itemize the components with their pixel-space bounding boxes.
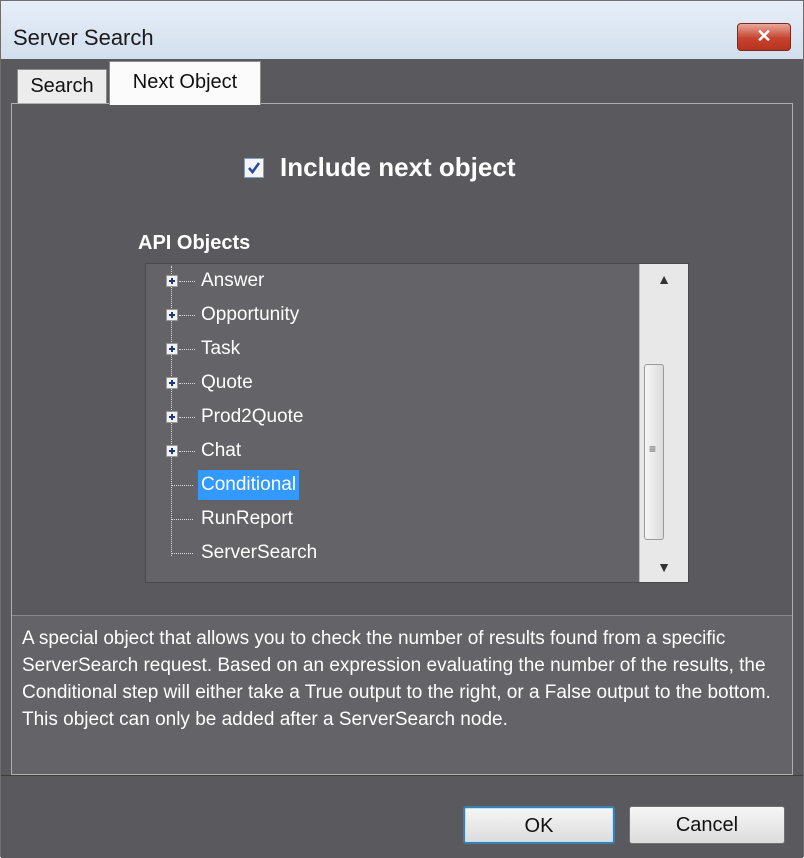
tree-item-label: Chat: [201, 440, 242, 461]
tree-item-label: Opportunity: [201, 304, 300, 325]
scroll-up-arrow-icon[interactable]: ▲: [640, 264, 688, 294]
expand-icon[interactable]: [166, 411, 178, 423]
tree-item-label: Task: [201, 338, 241, 359]
expand-icon[interactable]: [166, 343, 178, 355]
include-next-object-label: Include next object: [280, 152, 516, 182]
tree-item-label: Answer: [201, 270, 265, 291]
checkmark-icon: [248, 161, 261, 174]
cancel-button[interactable]: Cancel: [629, 806, 785, 844]
tree-item-label: ServerSearch: [201, 542, 318, 563]
include-next-object-checkbox[interactable]: [244, 157, 264, 178]
expand-icon[interactable]: [166, 377, 178, 389]
next-object-panel: Include next object API Objects Answer O…: [11, 103, 793, 775]
expand-icon[interactable]: [166, 445, 178, 457]
tree-item-label: Quote: [201, 372, 253, 393]
tab-bar: Search Next Object: [1, 59, 803, 105]
dialog-footer: OK Cancel: [1, 775, 803, 858]
close-button[interactable]: ✕: [737, 23, 791, 51]
scrollbar-thumb[interactable]: ≡: [644, 364, 664, 540]
tree-item-label: Prod2Quote: [201, 406, 304, 427]
close-icon: ✕: [756, 26, 772, 46]
include-next-object[interactable]: Include next object: [244, 152, 516, 183]
expand-icon[interactable]: [166, 275, 178, 287]
expand-icon[interactable]: [166, 309, 178, 321]
api-objects-tree: Answer Opportunity Task Quote Prod2Quote: [145, 263, 689, 583]
tree-scrollbar[interactable]: ▲ ≡ ▼: [639, 264, 688, 582]
description-text: A special object that allows you to chec…: [12, 615, 792, 774]
grip-icon: ≡: [649, 442, 657, 456]
tab-search[interactable]: Search: [17, 69, 107, 103]
window-title: Server Search: [13, 25, 154, 50]
scroll-down-arrow-icon[interactable]: ▼: [640, 552, 688, 582]
title-bar: Server Search ✕: [1, 1, 803, 59]
tree-item-label: RunReport: [201, 508, 293, 529]
tree-item-label: Conditional: [198, 470, 300, 500]
api-objects-label: API Objects: [138, 232, 251, 254]
server-search-dialog: Server Search ✕ Search Next Object Inclu…: [0, 0, 804, 858]
tab-next-object[interactable]: Next Object: [109, 61, 261, 105]
ok-button[interactable]: OK: [463, 806, 615, 844]
